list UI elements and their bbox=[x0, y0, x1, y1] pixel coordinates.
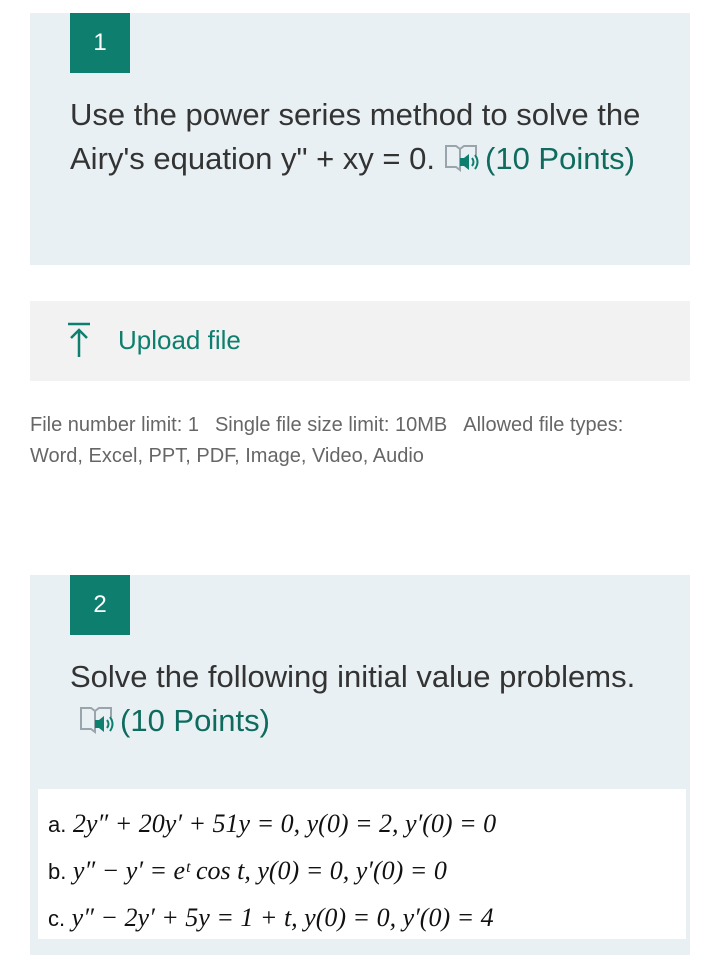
file-number-limit: File number limit: 1 bbox=[30, 414, 199, 436]
immersive-reader-icon[interactable] bbox=[78, 705, 118, 735]
question-number-badge: 2 bbox=[70, 575, 130, 635]
file-types-label: Allowed file types: bbox=[463, 414, 624, 436]
upload-file-label: Upload file bbox=[118, 325, 241, 355]
question-card-2: 2 Solve the following initial value prob… bbox=[30, 575, 690, 955]
file-types-list: Word, Excel, PPT, PDF, Image, Video, Aud… bbox=[30, 445, 424, 467]
problem-item-a: a. 2y″ + 20y′ + 51y = 0, y(0) = 2, y′(0)… bbox=[48, 809, 496, 839]
upload-icon bbox=[68, 322, 90, 357]
problem-equation: 2y″ + 20y′ + 51y = 0, y(0) = 2, y′(0) = … bbox=[72, 809, 497, 838]
problem-letter: c. bbox=[48, 906, 66, 931]
file-size-limit: Single file size limit: 10MB bbox=[214, 414, 448, 436]
problem-item-b: b. y″ − y′ = eᵗ cos t, y(0) = 0, y′(0) =… bbox=[48, 856, 447, 886]
immersive-reader-icon[interactable] bbox=[443, 143, 483, 173]
problem-list-image: a. 2y″ + 20y′ + 51y = 0, y(0) = 2, y′(0)… bbox=[38, 789, 686, 939]
problem-letter: b. bbox=[48, 859, 67, 884]
question-body: Solve the following initial value proble… bbox=[70, 659, 636, 694]
question-points: (10 Points) bbox=[485, 141, 635, 176]
question-number-badge: 1 bbox=[70, 13, 130, 73]
problem-equation: y″ − y′ = eᵗ cos t, y(0) = 0, y′(0) = 0 bbox=[72, 856, 447, 885]
problem-letter: a. bbox=[48, 812, 67, 837]
question-card-1: 1 Use the power series method to solve t… bbox=[30, 13, 690, 265]
problem-equation: y″ − 2y′ + 5y = 1 + t, y(0) = 0, y′(0) =… bbox=[71, 903, 494, 932]
question-text: Use the power series method to solve the… bbox=[70, 93, 670, 181]
question-text: Solve the following initial value proble… bbox=[70, 655, 670, 743]
upload-file-button[interactable]: Upload file bbox=[30, 301, 690, 381]
question-points: (10 Points) bbox=[120, 703, 270, 738]
problem-item-c: c. y″ − 2y′ + 5y = 1 + t, y(0) = 0, y′(0… bbox=[48, 903, 494, 933]
upload-limits-text: File number limit: 1 Single file size lim… bbox=[30, 410, 700, 472]
